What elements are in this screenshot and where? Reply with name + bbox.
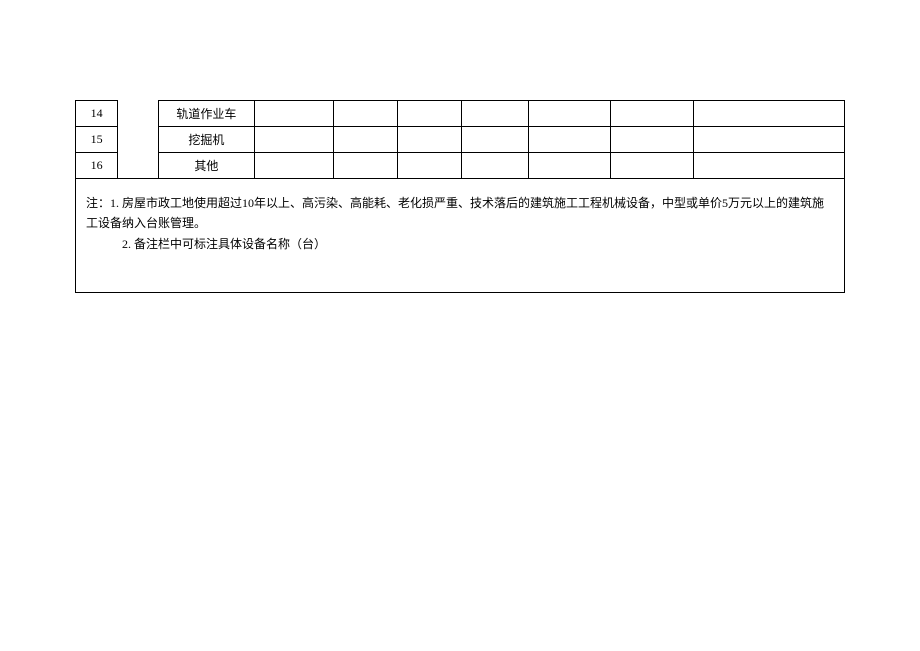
notes-cell: 注：1. 房屋市政工地使用超过10年以上、高污染、高能耗、老化损严重、技术落后的… <box>76 179 845 293</box>
cell-empty <box>693 153 844 179</box>
cell-name: 挖掘机 <box>158 127 255 153</box>
cell-empty <box>462 127 528 153</box>
cell-empty <box>611 153 694 179</box>
cell-empty <box>255 127 334 153</box>
cell-empty <box>693 127 844 153</box>
cell-empty <box>528 153 611 179</box>
cell-empty <box>693 101 844 127</box>
note-number: 2. <box>122 237 131 251</box>
cell-empty <box>333 153 397 179</box>
cell-empty <box>255 101 334 127</box>
cell-index: 14 <box>76 101 118 127</box>
note-prefix: 注： <box>86 196 110 210</box>
cell-index: 16 <box>76 153 118 179</box>
cell-empty <box>462 101 528 127</box>
page-content: 14 轨道作业车 15 挖掘机 <box>0 0 920 293</box>
equipment-table: 14 轨道作业车 15 挖掘机 <box>75 100 845 293</box>
cell-empty <box>333 127 397 153</box>
cell-empty <box>611 127 694 153</box>
table-row: 15 挖掘机 <box>76 127 845 153</box>
cell-name: 其他 <box>158 153 255 179</box>
cell-empty <box>398 101 462 127</box>
cell-empty <box>118 127 158 153</box>
note-number: 1. <box>110 196 119 210</box>
notes-row: 注：1. 房屋市政工地使用超过10年以上、高污染、高能耗、老化损严重、技术落后的… <box>76 179 845 293</box>
cell-empty <box>611 101 694 127</box>
table-row: 16 其他 <box>76 153 845 179</box>
note-text: 房屋市政工地使用超过10年以上、高污染、高能耗、老化损严重、技术落后的建筑施工工… <box>86 196 824 230</box>
cell-index: 15 <box>76 127 118 153</box>
cell-empty <box>528 127 611 153</box>
cell-empty <box>118 101 158 127</box>
cell-empty <box>528 101 611 127</box>
cell-empty <box>398 153 462 179</box>
cell-name: 轨道作业车 <box>158 101 255 127</box>
table-row: 14 轨道作业车 <box>76 101 845 127</box>
note-line-2: 2. 备注栏中可标注具体设备名称（台） <box>122 234 834 254</box>
cell-empty <box>398 127 462 153</box>
note-text: 备注栏中可标注具体设备名称（台） <box>134 237 326 251</box>
cell-empty <box>462 153 528 179</box>
note-line-1: 注：1. 房屋市政工地使用超过10年以上、高污染、高能耗、老化损严重、技术落后的… <box>86 193 834 234</box>
cell-empty <box>255 153 334 179</box>
cell-empty <box>118 153 158 179</box>
cell-empty <box>333 101 397 127</box>
